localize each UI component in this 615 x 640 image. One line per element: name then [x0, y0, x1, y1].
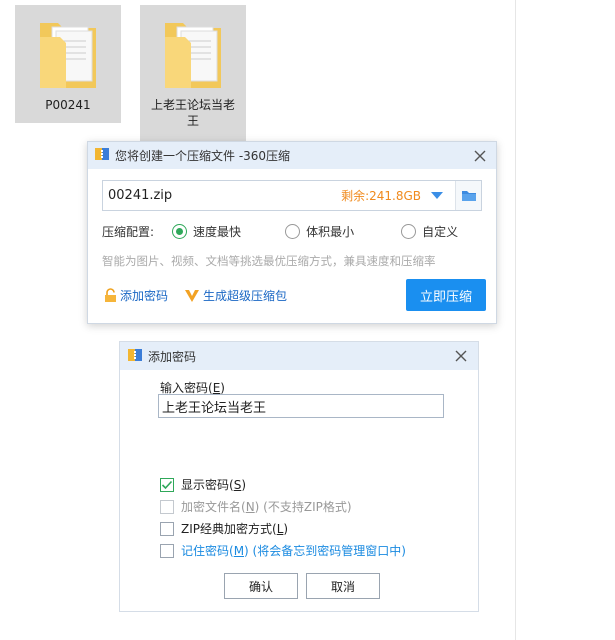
checkbox[interactable]: [160, 499, 174, 514]
add-password-link[interactable]: 添加密码: [104, 287, 168, 304]
radio-button[interactable]: [172, 224, 188, 239]
checkmark-icon: [161, 480, 173, 489]
output-path-field[interactable]: 00241.zip 剩余:241.8GB: [102, 180, 482, 211]
add-password-label: 添加密码: [120, 289, 169, 303]
zip-dialog: 您将创建一个压缩文件 -360压缩 00241.zip 剩余:241.8GB 压…: [87, 141, 497, 324]
show-password-checkbox[interactable]: 显示密码(S): [160, 476, 246, 493]
checkbox-label: 记住密码(M) (将会备忘到密码管理窗口中): [181, 544, 406, 558]
close-icon[interactable]: [453, 348, 469, 364]
checkbox-label: 加密文件名(N) (不支持ZIP格式): [181, 500, 352, 514]
zip-app-icon: [127, 347, 143, 366]
password-dialog-titlebar[interactable]: 添加密码: [120, 342, 478, 370]
checkbox-label: ZIP经典加密方式(L): [181, 522, 289, 536]
cancel-button[interactable]: 取消: [306, 573, 380, 599]
super-zip-link[interactable]: 生成超级压缩包: [184, 287, 287, 304]
file-name: P00241: [45, 98, 91, 112]
chevron-down-icon[interactable]: [431, 192, 443, 199]
remember-password-checkbox[interactable]: 记住密码(M) (将会备忘到密码管理窗口中): [160, 542, 406, 559]
checkbox[interactable]: [160, 477, 174, 492]
close-icon[interactable]: [472, 148, 488, 164]
zip-app-icon: [94, 146, 110, 165]
folder-icon: [161, 13, 225, 91]
radio-button[interactable]: [401, 224, 417, 239]
zip-dialog-titlebar[interactable]: 您将创建一个压缩文件 -360压缩: [88, 142, 496, 169]
radio-label: 速度最快: [193, 225, 242, 239]
checkbox[interactable]: [160, 543, 174, 558]
desktop: P00241 上老王论坛当老王 您将创建一个压缩文件 -360压缩 00241.…: [0, 0, 515, 640]
radio-smallest[interactable]: 体积最小: [285, 223, 354, 240]
zip-classic-encryption-checkbox[interactable]: ZIP经典加密方式(L): [160, 520, 288, 537]
password-dialog-title: 添加密码: [148, 349, 197, 364]
ok-button[interactable]: 确认: [224, 573, 298, 599]
side-panel: [515, 0, 615, 640]
radio-button[interactable]: [285, 224, 301, 239]
free-space-label: 剩余:241.8GB: [341, 189, 421, 203]
checkbox[interactable]: [160, 521, 174, 536]
v-badge-icon: [185, 289, 199, 302]
lock-icon: [105, 288, 116, 302]
checkbox-label: 显示密码(S): [181, 478, 246, 492]
radio-label: 体积最小: [306, 225, 355, 239]
password-input[interactable]: 上老王论坛当老王: [158, 394, 444, 418]
compression-config-row: 压缩配置: 速度最快 体积最小 自定义: [102, 223, 458, 240]
folder-open-icon: [461, 191, 476, 201]
radio-fastest[interactable]: 速度最快: [172, 223, 241, 240]
encrypt-filename-checkbox[interactable]: 加密文件名(N) (不支持ZIP格式): [160, 498, 352, 515]
folder-icon: [36, 13, 100, 91]
add-password-dialog: 添加密码 输入密码(E) 上老王论坛当老王 显示密码(S) 加密文件名(N) (…: [119, 341, 479, 612]
compression-hint: 智能为图片、视频、文档等挑选最优压缩方式，兼具速度和压缩率: [102, 254, 436, 268]
desktop-file-p00241[interactable]: P00241: [15, 5, 121, 123]
radio-label: 自定义: [422, 225, 459, 239]
zip-dialog-title: 您将创建一个压缩文件 -360压缩: [115, 149, 291, 163]
radio-custom[interactable]: 自定义: [401, 223, 458, 240]
super-zip-label: 生成超级压缩包: [203, 289, 288, 303]
file-name: 上老王论坛当老王: [150, 98, 235, 128]
desktop-file-folder-2[interactable]: 上老王论坛当老王: [140, 5, 246, 142]
compress-now-button[interactable]: 立即压缩: [406, 279, 486, 311]
browse-folder-button[interactable]: [455, 181, 481, 210]
config-label: 压缩配置:: [102, 225, 155, 239]
output-filename[interactable]: 00241.zip: [108, 188, 341, 203]
